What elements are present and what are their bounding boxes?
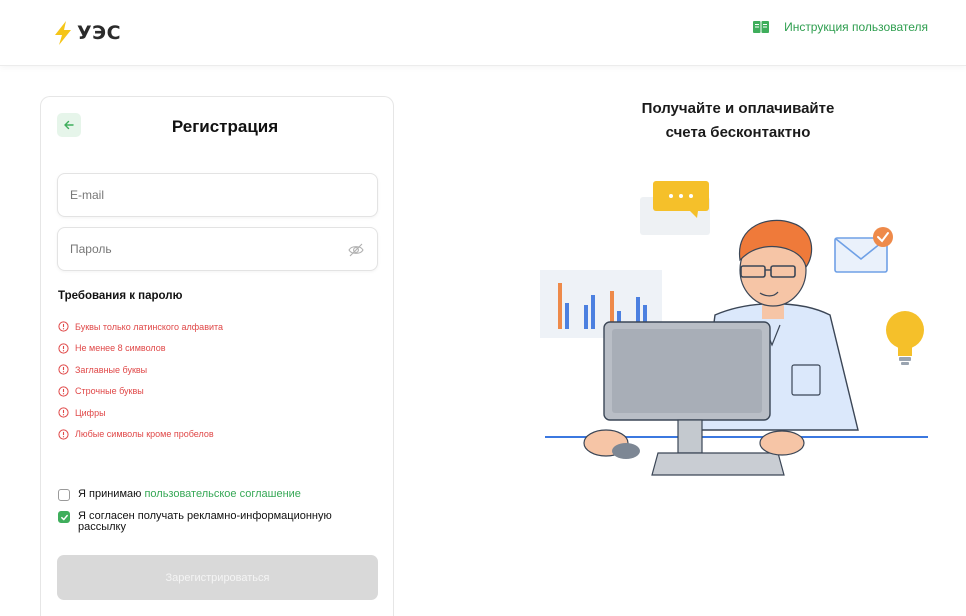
requirement-label: Цифры [75,407,106,418]
promo-line-2: счета бесконтактно [665,124,811,141]
password-field-wrapper [57,227,378,271]
requirement-label: Строчные буквы [75,386,144,397]
agreement-label: Я принимаю пользовательское соглашение [78,489,301,500]
requirement-item: Буквы только латинского алфавита [58,316,223,338]
logo[interactable]: УЭС [52,20,121,46]
newsletter-label: Я согласен получать рекламно-информацион… [78,510,332,533]
requirement-label: Заглавные буквы [75,364,148,375]
check-icon [60,514,68,520]
book-icon [753,21,770,33]
user-guide-link[interactable]: Инструкция пользователя [752,19,928,35]
computer-mouse [612,443,640,459]
email-input[interactable] [70,188,365,202]
promo-heading: Получайте и оплачивайте счета бесконтакт… [566,97,910,145]
requirement-item: Заглавные буквы [58,359,223,381]
requirement-item: Цифры [58,402,223,424]
check-badge-icon [873,227,893,247]
alert-circle-icon [58,364,69,375]
promo-line-1: Получайте и оплачивайте [641,100,835,117]
alert-circle-icon [58,407,69,418]
agreement-row: Я принимаю пользовательское соглашение [58,489,301,501]
registration-card: Регистрация Требования к паролю Буквы то… [40,96,394,616]
lightning-logo-icon [55,21,71,45]
alert-circle-icon [58,321,69,332]
agreement-checkbox[interactable] [58,489,70,501]
user-guide-label: Инструкция пользователя [784,20,928,34]
page-title: Регистрация [171,117,279,136]
alert-circle-icon [58,343,69,354]
requirement-item: Любые символы кроме пробелов [58,424,223,446]
newsletter-checkbox[interactable] [58,511,70,523]
password-requirements-list: Буквы только латинского алфавита Не мене… [58,316,223,445]
keyboard [651,452,785,476]
top-header: УЭС Инструкция пользователя [0,0,966,66]
email-field-wrapper [57,173,378,217]
eye-off-icon[interactable] [347,241,365,259]
password-input[interactable] [70,242,365,256]
requirement-label: Любые символы кроме пробелов [75,429,214,440]
man-at-computer-illustration [540,181,928,476]
person-right-hand [759,430,805,456]
user-agreement-link[interactable]: пользовательское соглашение [144,488,301,500]
logo-text: УЭС [77,22,122,44]
requirement-label: Буквы только латинского алфавита [75,321,224,332]
agreement-prefix: Я принимаю [78,488,142,500]
password-requirements-title: Требования к паролю [58,290,183,302]
alert-circle-icon [58,386,69,397]
alert-circle-icon [58,429,69,440]
light-bulb-icon [886,311,924,349]
requirement-item: Строчные буквы [58,381,223,403]
register-button[interactable]: Зарегистрироваться [57,555,378,600]
requirement-item: Не менее 8 символов [58,338,223,360]
requirement-label: Не менее 8 символов [75,343,166,354]
newsletter-row: Я согласен получать рекламно-информацион… [58,511,378,533]
